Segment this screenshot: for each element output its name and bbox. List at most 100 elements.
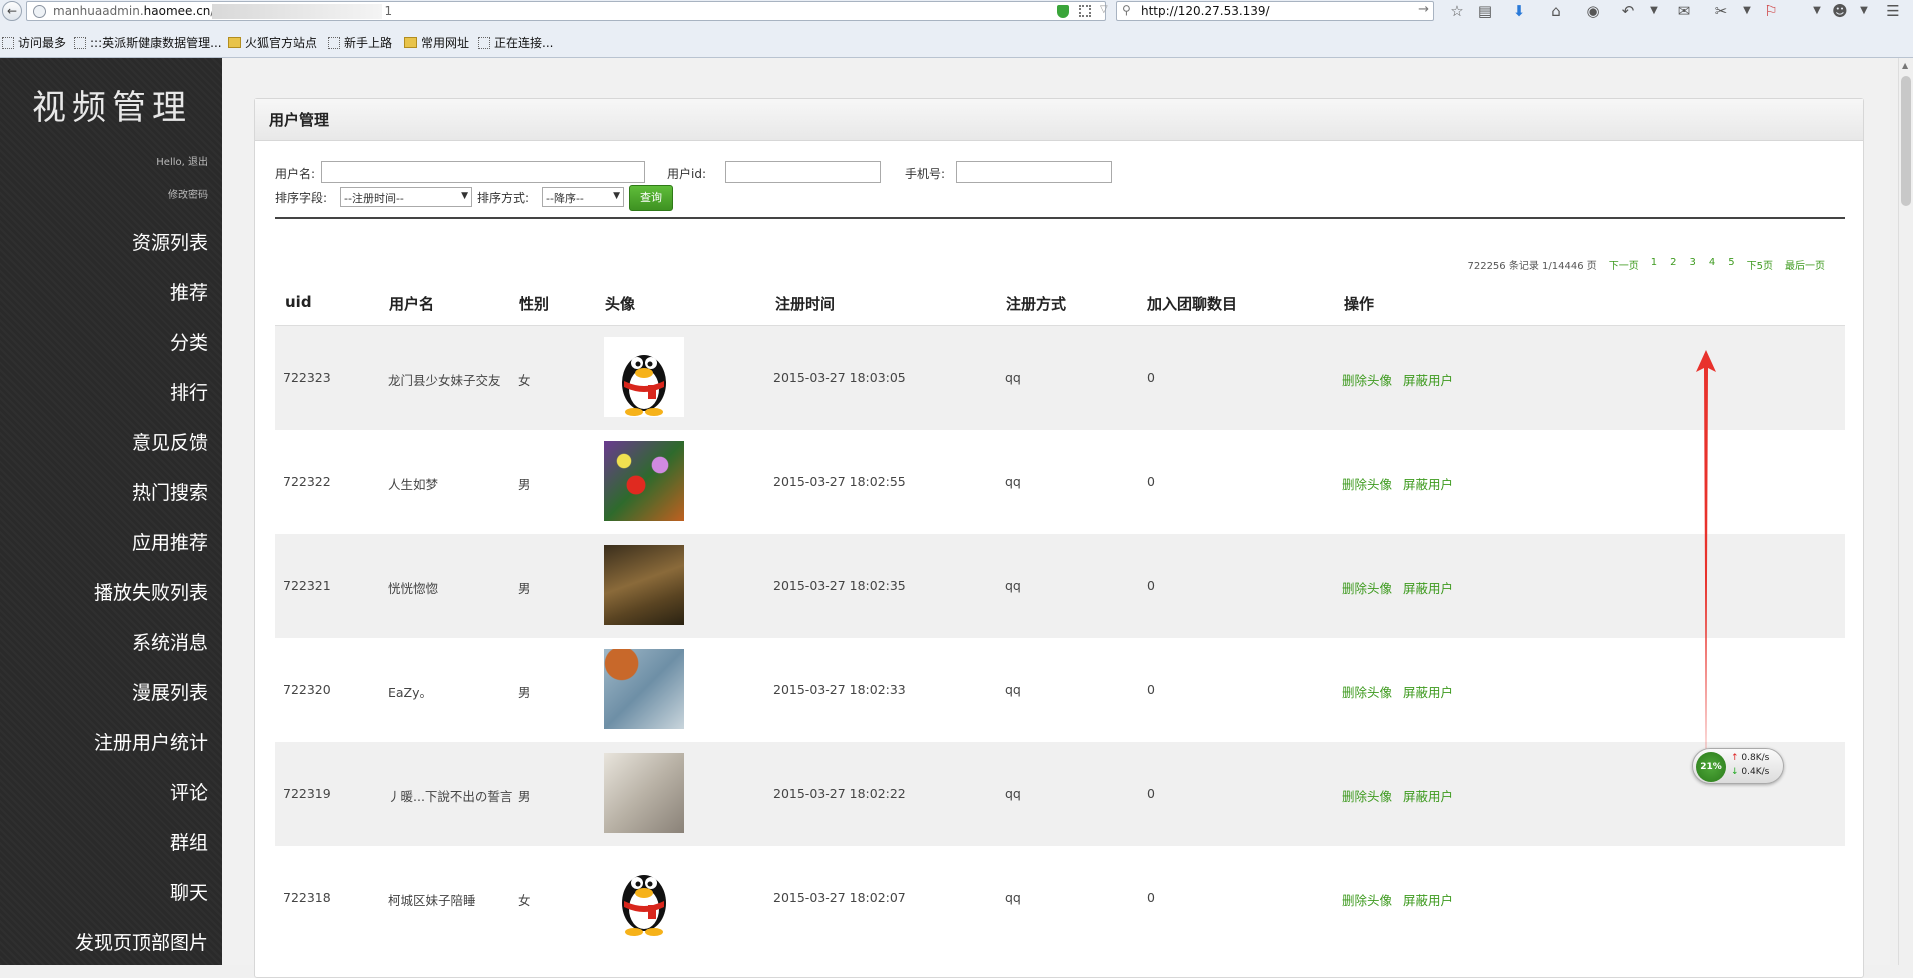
cell-group-count: 0: [1147, 682, 1155, 697]
undo-icon[interactable]: ↶: [1617, 0, 1639, 22]
username-label: 用户名:: [275, 167, 316, 181]
download-speed: ↓ 0.4K/s: [1731, 767, 1770, 777]
chevron-down-icon[interactable]: ▼: [1736, 0, 1758, 22]
sidebar-item-user-stats[interactable]: 注册用户统计: [75, 718, 208, 768]
bookmark-item[interactable]: 火狐官方站点: [228, 34, 317, 51]
page-link-1[interactable]: 1: [1651, 257, 1657, 272]
bookmark-item[interactable]: 新手上路: [328, 34, 392, 51]
clipboard-icon[interactable]: ▤: [1474, 0, 1496, 22]
chevron-down-icon[interactable]: ▼: [1806, 0, 1828, 22]
block-user-link[interactable]: 屏蔽用户: [1403, 893, 1453, 908]
sidebar-item-category[interactable]: 分类: [75, 318, 208, 368]
table-row: 722322 人生如梦 男 2015-03-27 18:02:55 qq 0 删除头像 屏蔽用…: [275, 430, 1845, 534]
phone-input[interactable]: [956, 161, 1112, 183]
home-icon[interactable]: ⌂: [1545, 0, 1567, 22]
header-avatar: 头像: [605, 295, 636, 313]
sidebar-item-app-recommend[interactable]: 应用推荐: [75, 518, 208, 568]
cell-username: EaZy。: [388, 685, 433, 700]
block-user-link[interactable]: 屏蔽用户: [1403, 477, 1453, 492]
sidebar-item-hot-search[interactable]: 热门搜索: [75, 468, 208, 518]
go-arrow-icon[interactable]: →: [1418, 2, 1429, 17]
userid-input[interactable]: [725, 161, 881, 183]
sidebar-item-chat[interactable]: 聊天: [75, 868, 208, 918]
chevron-down-icon[interactable]: ▼: [1853, 0, 1875, 22]
page-link-4[interactable]: 4: [1709, 257, 1715, 272]
scroll-thumb[interactable]: [1901, 76, 1911, 206]
sort-order-select[interactable]: --降序-- ▼: [542, 187, 624, 207]
user-table: uid 用户名 性别 头像 注册时间 注册方式 加入团聊数目 操作 722323…: [275, 281, 1845, 950]
sidebar-item-play-failures[interactable]: 播放失败列表: [75, 568, 208, 618]
delete-avatar-link[interactable]: 删除头像: [1342, 685, 1392, 700]
chevron-down-icon[interactable]: ▼: [1643, 0, 1665, 22]
query-button[interactable]: 查询: [629, 185, 673, 211]
hello-logout-link[interactable]: Hello, 退出: [156, 153, 208, 168]
page-icon: [2, 36, 14, 49]
notification-icon[interactable]: ⚐: [1760, 0, 1782, 22]
bookmark-item[interactable]: 访问最多: [2, 34, 66, 51]
delete-avatar-link[interactable]: 删除头像: [1342, 477, 1392, 492]
chat-icon[interactable]: ◉: [1582, 0, 1604, 22]
bookmark-item[interactable]: 正在连接...: [478, 34, 553, 51]
sidebar-item-system-messages[interactable]: 系统消息: [75, 618, 208, 668]
username-input[interactable]: [321, 161, 645, 183]
block-user-link[interactable]: 屏蔽用户: [1403, 685, 1453, 700]
delete-avatar-link[interactable]: 删除头像: [1342, 373, 1392, 388]
sidebar-item-resource-list[interactable]: 资源列表: [75, 218, 208, 268]
record-summary: 722256 条记录 1/14446 页: [1467, 261, 1597, 272]
back-arrow-icon[interactable]: ←: [2, 1, 22, 21]
last-page-link[interactable]: 最后一页: [1785, 257, 1825, 272]
sidebar-item-discover-banner[interactable]: 发现页顶部图片: [75, 918, 208, 968]
hamburger-menu-icon[interactable]: ☰: [1882, 0, 1904, 22]
table-body: 722323 龙门县少女妹子交友女 2015-03-27 18:03:05 qq 0 删除…: [275, 326, 1845, 950]
scroll-up-icon[interactable]: ▲: [1902, 61, 1908, 70]
delete-avatar-link[interactable]: 删除头像: [1342, 893, 1392, 908]
block-user-link[interactable]: 屏蔽用户: [1403, 789, 1453, 804]
bookmark-star-icon[interactable]: ☆: [1446, 0, 1468, 22]
block-user-link[interactable]: 屏蔽用户: [1403, 373, 1453, 388]
next-page-link[interactable]: 下一页: [1609, 257, 1639, 272]
cell-uid: 722319: [283, 786, 331, 801]
upload-speed: ↑ 0.8K/s: [1731, 753, 1770, 763]
change-password-link[interactable]: 修改密码: [168, 186, 208, 201]
sidebar-item-recommend[interactable]: 推荐: [75, 268, 208, 318]
cell-uid: 722323: [283, 370, 331, 385]
bookmarks-bar: 访问最多 :::英派斯健康数据管理... 火狐官方站点 新手上路 常用网址 正在…: [0, 33, 1913, 53]
bookmark-item[interactable]: 常用网址: [404, 34, 469, 51]
userid-label: 用户id:: [667, 167, 706, 181]
header-actions: 操作: [1344, 295, 1375, 313]
cell-uid: 722321: [283, 578, 331, 593]
sidebar-item-groups[interactable]: 群组: [75, 818, 208, 868]
dropdown-icon[interactable]: ▽: [1100, 4, 1108, 15]
page-link-2[interactable]: 2: [1670, 257, 1676, 272]
sidebar-item-expo-list[interactable]: 漫展列表: [75, 668, 208, 718]
url-bar[interactable]: manhuaadmin.haomee.cn/1 ▽ ↻: [26, 1, 1128, 21]
crop-icon[interactable]: ✂: [1710, 0, 1732, 22]
comment-icon[interactable]: ✉: [1673, 0, 1695, 22]
search-bar[interactable]: ⚲ http://120.27.53.139/ →: [1116, 1, 1434, 21]
sidebar-item-comments[interactable]: 评论: [75, 768, 208, 818]
delete-avatar-link[interactable]: 删除头像: [1342, 789, 1392, 804]
qr-code-icon[interactable]: [1079, 5, 1091, 17]
user-menu-icon[interactable]: ☻: [1829, 0, 1851, 22]
cell-actions: 删除头像 屏蔽用户: [1342, 890, 1464, 909]
sidebar-item-feedback[interactable]: 意见反馈: [75, 418, 208, 468]
cell-gender: 男: [518, 477, 531, 492]
cell-register-time: 2015-03-27 18:02:35: [773, 578, 906, 593]
chevron-down-icon: ▼: [613, 191, 620, 201]
sort-order-label: 排序方式:: [477, 191, 530, 205]
download-icon[interactable]: ⬇: [1508, 0, 1530, 22]
bookmark-item[interactable]: :::英派斯健康数据管理...: [74, 34, 222, 51]
main-content: 用户管理 用户名: 用户id: 手机号: 排序字段: --注册时间-- ▼ 排序方…: [222, 58, 1890, 978]
next-5-pages-link[interactable]: 下5页: [1747, 257, 1773, 272]
filter-form: 用户名: 用户id: 手机号: 排序字段: --注册时间-- ▼ 排序方式: --…: [275, 161, 1845, 219]
page-link-3[interactable]: 3: [1690, 257, 1696, 272]
delete-avatar-link[interactable]: 删除头像: [1342, 581, 1392, 596]
page-scrollbar[interactable]: ▲: [1898, 58, 1913, 965]
network-speed-widget[interactable]: 21% ↑ 0.8K/s ↓ 0.4K/s: [1692, 748, 1784, 784]
sort-field-select[interactable]: --注册时间-- ▼: [340, 187, 472, 207]
app-title: 视频管理: [32, 88, 192, 128]
sidebar-item-ranking[interactable]: 排行: [75, 368, 208, 418]
page-link-5[interactable]: 5: [1728, 257, 1734, 272]
shield-icon[interactable]: [1057, 5, 1069, 18]
block-user-link[interactable]: 屏蔽用户: [1403, 581, 1453, 596]
